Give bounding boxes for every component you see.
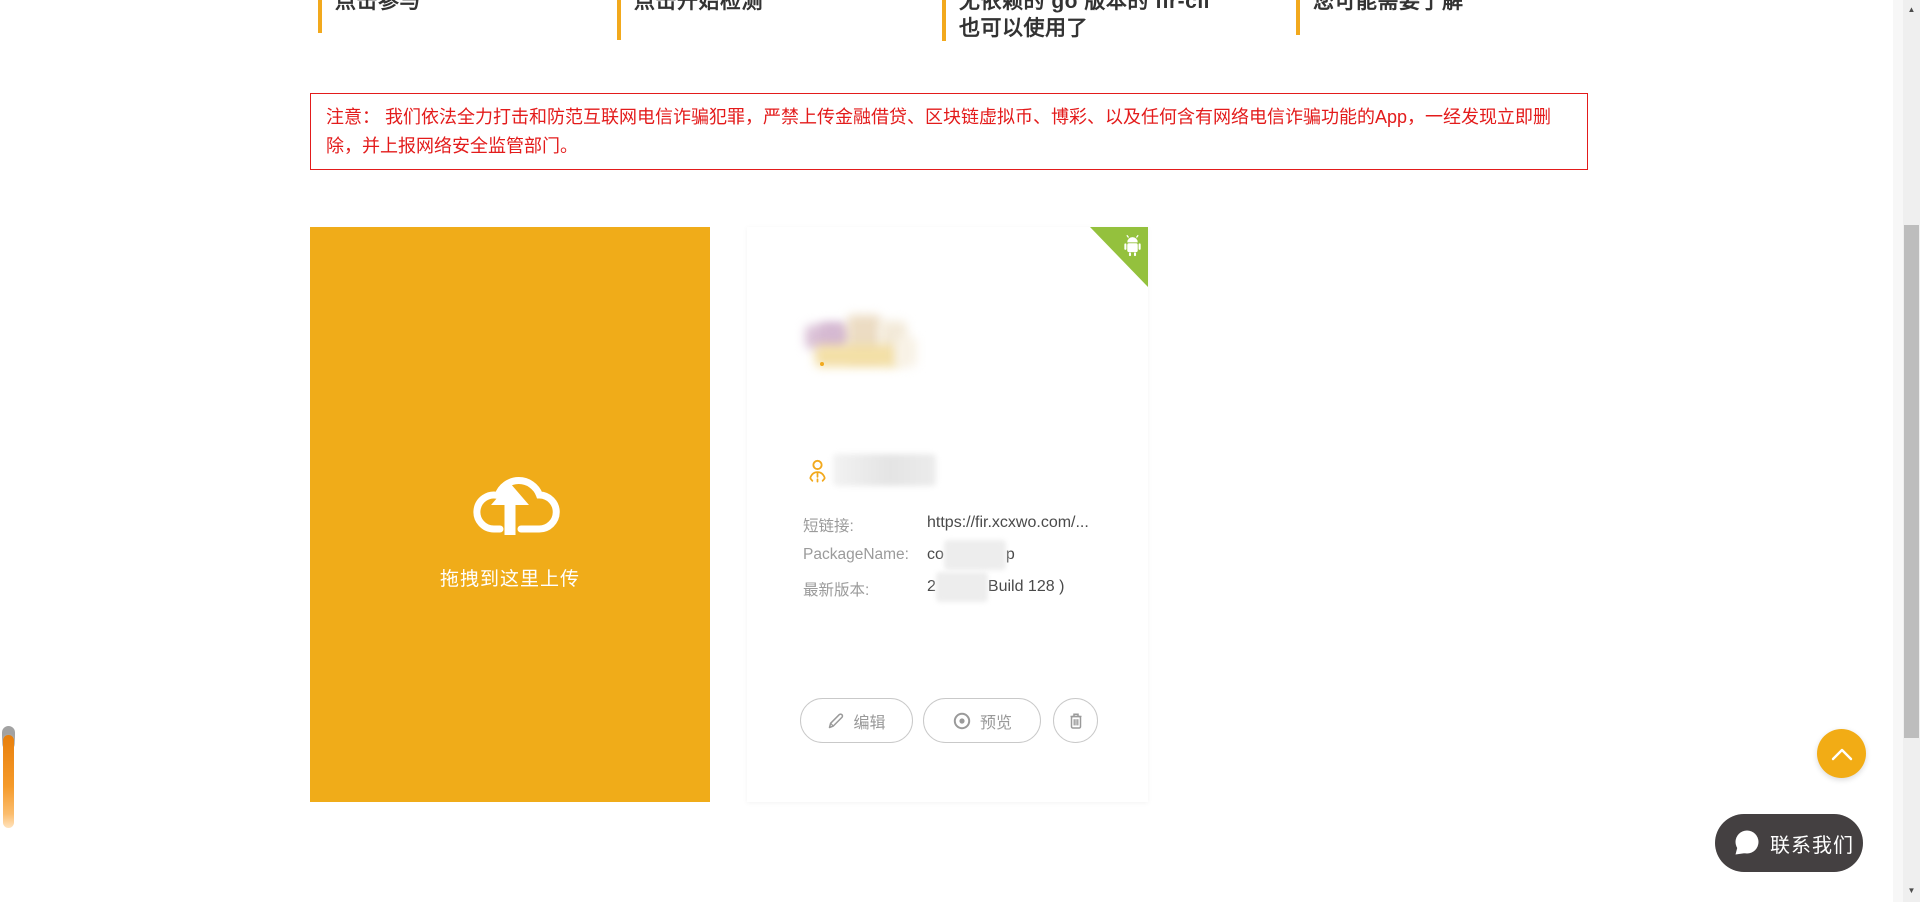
version-redacted-blur <box>936 572 988 602</box>
section-title-3-text-line1: 无依赖的 go 版本的 fir-cli <box>959 0 1282 15</box>
edit-button-label: 编辑 <box>853 709 885 733</box>
packagename-value: cop <box>927 546 1015 564</box>
section-title-4-text: 您可能需要了解 <box>1313 0 1556 15</box>
preview-button[interactable]: 预览 <box>923 698 1041 743</box>
app-icon-blur-blob <box>895 337 917 367</box>
cloud-upload-icon <box>458 449 562 553</box>
notice-prefix: 注意： <box>326 107 380 127</box>
section-title-1[interactable]: 点击参与 <box>318 0 603 33</box>
notice-text: 我们依法全力打击和防范互联网电信诈骗犯罪，严禁上传金融借贷、区块链虚拟币、博彩、… <box>326 107 1551 156</box>
section-title-3[interactable]: 无依赖的 go 版本的 fir-cli 也可以使用了 <box>942 0 1282 41</box>
contact-us-label: 联系我们 <box>1770 829 1854 858</box>
pencil-icon <box>827 712 845 730</box>
preview-button-label: 预览 <box>980 709 1012 733</box>
scrollbar-up-arrow[interactable]: ▲ <box>1903 5 1920 14</box>
version-label: 最新版本: <box>803 578 869 600</box>
version-value: 2Build 128 ) <box>927 578 1064 596</box>
section-title-3-text-line2: 也可以使用了 <box>959 15 1282 41</box>
app-icon-dot <box>820 362 824 366</box>
platform-corner-badge <box>1090 227 1148 287</box>
orange-scroll-indicator[interactable] <box>3 735 14 828</box>
chat-bubble-icon <box>1731 828 1761 858</box>
packagename-redacted-blur <box>944 540 1006 570</box>
section-title-1-text: 点击参与 <box>335 0 603 15</box>
chevron-up-icon <box>1829 745 1855 763</box>
app-icon-redacted <box>805 309 921 371</box>
section-title-4[interactable]: 您可能需要了解 <box>1296 0 1556 35</box>
section-title-2-text: 点击开始检测 <box>634 0 927 15</box>
app-owner-row <box>808 453 936 487</box>
shortlink-value[interactable]: https://fir.xcxwo.com/... <box>927 514 1089 532</box>
app-icon-blur-blob <box>815 345 899 367</box>
delete-button[interactable] <box>1053 698 1098 743</box>
app-card: 短链接: https://fir.xcxwo.com/... PackageNa… <box>747 227 1148 802</box>
section-title-2[interactable]: 点击开始检测 <box>617 0 927 40</box>
eye-icon <box>952 711 972 731</box>
scrollbar-down-arrow[interactable]: ▼ <box>1903 886 1920 895</box>
back-to-top-button[interactable] <box>1817 729 1866 778</box>
person-icon <box>808 458 827 483</box>
trash-icon <box>1067 711 1085 730</box>
contact-us-button[interactable]: 联系我们 <box>1715 814 1863 872</box>
packagename-label: PackageName: <box>803 546 909 564</box>
scrollbar-thumb[interactable] <box>1904 225 1919 738</box>
anti-fraud-notice: 注意： 我们依法全力打击和防范互联网电信诈骗犯罪，严禁上传金融借贷、区块链虚拟币… <box>310 93 1588 170</box>
scrollbar-track[interactable]: ▲ ▼ <box>1903 0 1920 902</box>
shortlink-label: 短链接: <box>803 514 854 536</box>
upload-label: 拖拽到这里上传 <box>310 564 710 591</box>
upload-dropzone[interactable]: 拖拽到这里上传 <box>310 227 710 802</box>
edit-button[interactable]: 编辑 <box>800 698 913 743</box>
page-right-gutter <box>1893 0 1903 902</box>
android-icon <box>1122 234 1143 257</box>
app-name-redacted <box>833 454 936 486</box>
